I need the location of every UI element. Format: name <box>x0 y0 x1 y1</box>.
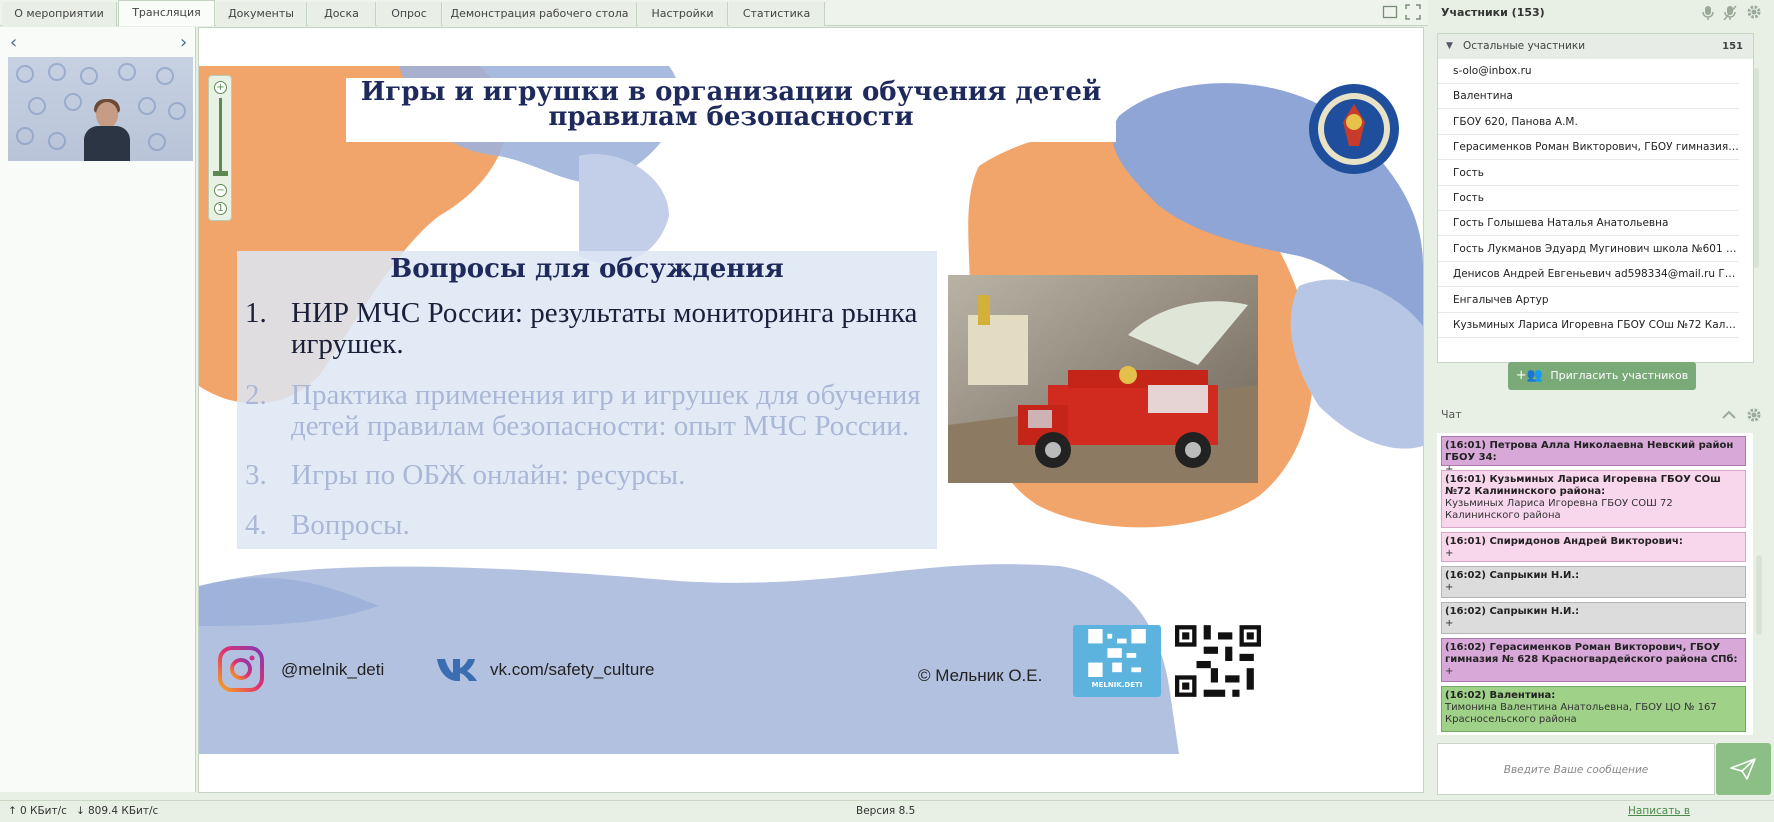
melnik-deti-qr: MELNIK.DETI <box>1073 625 1161 697</box>
tab-documents[interactable]: Документы <box>216 2 307 26</box>
upload-arrow-icon: ↑ <box>8 805 17 817</box>
chat-messages: (16:01) Петрова Алла Николаевна Невский … <box>1437 433 1753 735</box>
participants-group-count: 151 <box>1722 41 1743 52</box>
tab-poll[interactable]: Опрос <box>377 2 442 26</box>
tab-statistics[interactable]: Статистика <box>729 2 825 26</box>
instagram-handle: @melnik_deti <box>281 660 385 679</box>
chat-header: Чат <box>1435 405 1774 425</box>
participants-header: Участники (153) <box>1435 0 1774 26</box>
chat-message: (16:01) Петрова Алла Николаевна Невский … <box>1441 436 1746 475</box>
fullscreen-icon[interactable] <box>1405 4 1421 20</box>
copyright-text: © Мельник О.Е. <box>918 666 1043 685</box>
participants-scrollbar[interactable] <box>1751 33 1761 363</box>
participants-title: Участники (153) <box>1441 6 1545 19</box>
prev-video-icon[interactable]: ‹ <box>10 32 17 53</box>
collapse-triangle-icon[interactable]: ▼ <box>1446 34 1453 59</box>
vk-link: vk.com/safety_culture <box>490 660 655 679</box>
gear-icon[interactable] <box>1746 4 1762 20</box>
chat-title: Чат <box>1441 408 1462 421</box>
university-emblem-icon <box>1309 84 1399 174</box>
zoom-track[interactable] <box>219 98 222 173</box>
chat-settings-icon[interactable] <box>1746 407 1762 423</box>
participant-row[interactable]: s-olo@inbox.ru <box>1438 59 1739 84</box>
questions-heading: Вопросы для обсуждения <box>390 254 784 284</box>
chat-message: (16:02) Валентина: Тимонина Валентина Ана… <box>1441 686 1746 732</box>
question-item-4: 4. Вопросы. <box>245 509 410 541</box>
microphone-off-icon[interactable] <box>1723 5 1737 21</box>
instagram-icon <box>218 646 264 692</box>
send-message-button[interactable] <box>1716 743 1771 795</box>
tab-board[interactable]: Доска <box>308 2 376 26</box>
speaker-figure <box>84 99 130 161</box>
tab-desktop-share[interactable]: Демонстрация рабочего стола <box>443 2 637 26</box>
participant-row[interactable]: Гость Лукманов Эдуард Мугинович школа №6… <box>1438 237 1739 262</box>
zoom-control[interactable]: + − 1 <box>208 75 232 221</box>
chevron-up-icon[interactable] <box>1722 410 1736 420</box>
presentation-slide: Игры и игрушки в организации обучения де… <box>199 66 1423 754</box>
add-user-icon: +👥 <box>1515 368 1543 383</box>
vk-qr-code-icon <box>1175 625 1261 697</box>
participant-row[interactable]: Герасименков Роман Викторович, ГБОУ гимн… <box>1438 135 1739 160</box>
window-mode-icon[interactable] <box>1382 4 1398 20</box>
speaker-video[interactable] <box>8 57 193 161</box>
chat-message: (16:02) Сапрыкин Н.И.: + <box>1441 566 1746 598</box>
participant-row[interactable]: Валентина <box>1438 84 1739 109</box>
version-text: Версия 8.5 <box>856 805 916 817</box>
tab-about[interactable]: О мероприятии <box>2 2 117 26</box>
participant-row[interactable]: Гость Голышева Наталья Анатольевна <box>1438 211 1739 236</box>
participants-group-header[interactable]: ▼ Остальные участники 151 <box>1438 34 1753 59</box>
microphone-icon[interactable] <box>1701 5 1715 21</box>
participant-row[interactable]: Кузьминых Лариса Игоревна ГБОУ СОш №72 К… <box>1438 313 1739 338</box>
question-item-3: 3. Игры по ОБЖ онлайн: ресурсы. <box>245 459 686 491</box>
invite-participants-button[interactable]: +👥 Пригласить участников <box>1508 362 1696 390</box>
send-icon <box>1730 758 1756 780</box>
chat-message: (16:02) Герасименков Роман Викторович, Г… <box>1441 638 1746 682</box>
right-sidebar: Участники (153) ▼ Остальные участники 15… <box>1435 0 1774 822</box>
presentation-area: Игры и игрушки в организации обучения де… <box>198 27 1424 793</box>
participants-list: ▼ Остальные участники 151 s-olo@inbox.ru… <box>1437 33 1754 363</box>
slide-title: Игры и игрушки в организации обучения де… <box>360 77 1102 132</box>
qr-code-icon <box>1088 629 1146 677</box>
next-video-icon[interactable]: › <box>180 32 187 53</box>
chat-scrollbar[interactable] <box>1756 555 1762 635</box>
zoom-out-icon[interactable]: − <box>214 184 227 197</box>
zoom-in-icon[interactable]: + <box>214 81 227 94</box>
zoom-slider-handle[interactable] <box>213 171 228 176</box>
download-speed: 809.4 КБит/с <box>88 805 159 817</box>
upload-speed: 0 КБит/с <box>20 805 67 817</box>
status-bar: ↑ 0 КБит/с ↓ 809.4 КБит/с Версия 8.5 Нап… <box>0 800 1774 822</box>
chat-message: (16:02) Сапрыкин Н.И.: + <box>1441 602 1746 634</box>
tab-broadcast[interactable]: Трансляция <box>118 0 215 26</box>
support-link[interactable]: Написать в техподдержку <box>1628 801 1774 822</box>
chat-message: (16:01) Кузьминых Лариса Игоревна ГБОУ С… <box>1441 470 1746 528</box>
participant-row[interactable]: Гость <box>1438 161 1739 186</box>
vk-icon <box>437 659 477 681</box>
chat-message-input[interactable]: Введите Ваше сообщение <box>1437 743 1715 795</box>
participant-row[interactable]: Гость <box>1438 186 1739 211</box>
participant-row[interactable]: Денисов Андрей Евгеньевич ad598334@mail.… <box>1438 262 1739 287</box>
chat-message: (16:01) Спиридонов Андрей Викторович: + <box>1441 532 1746 562</box>
download-arrow-icon: ↓ <box>76 805 85 817</box>
zoom-reset-icon[interactable]: 1 <box>214 202 227 215</box>
video-panel: ‹ › <box>0 27 196 792</box>
participant-row[interactable]: ГБОУ 620, Панова А.М. <box>1438 110 1739 135</box>
tab-bar: О мероприятии Трансляция Документы Доска… <box>0 0 1428 26</box>
participant-row[interactable]: Енгалычев Артур <box>1438 288 1739 313</box>
fire-truck-photo <box>948 275 1258 483</box>
tab-settings[interactable]: Настройки <box>638 2 728 26</box>
